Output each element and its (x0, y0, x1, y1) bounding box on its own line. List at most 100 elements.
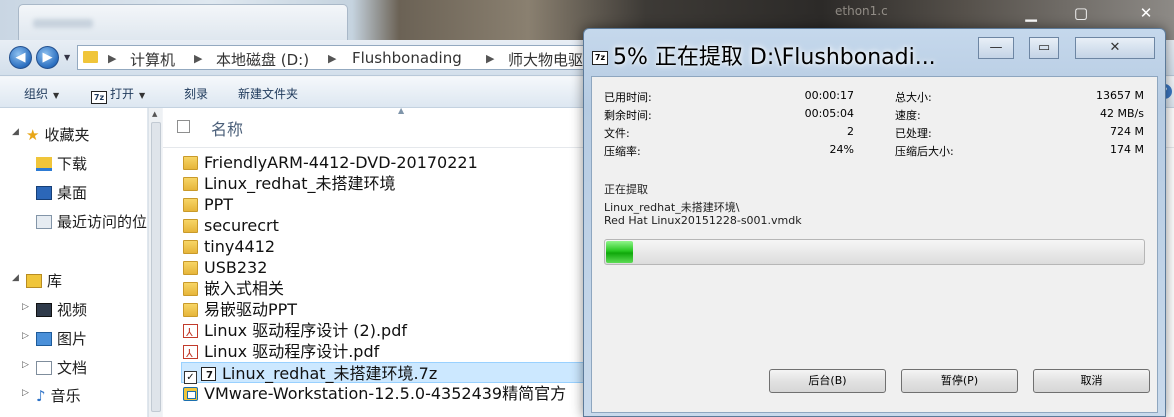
dialog-client-area: 已用时间: 00:00:17 剩余时间: 00:05:04 文件: 2 压缩率:… (591, 76, 1158, 413)
total-size-label: 总大小: (895, 91, 932, 104)
remaining-value: 00:05:04 (804, 107, 854, 120)
compressed-size-label: 压缩后大小: (895, 145, 954, 158)
breadcrumb-subfolder[interactable]: 师大物电驱 (508, 49, 583, 70)
bg-close-button[interactable]: ✕ (1128, 2, 1164, 24)
nav-music[interactable]: ▷ ♪ 音乐 (22, 385, 81, 406)
file-row[interactable]: 易嵌驱动PPT (183, 299, 583, 320)
file-name: securecrt (204, 216, 279, 235)
vmware-icon (183, 387, 198, 401)
open-button[interactable]: 7z 打开 ▼ (91, 85, 145, 104)
dialog-close-button[interactable]: ✕ (1075, 37, 1155, 59)
file-row[interactable]: Linux_redhat_未搭建环境 (183, 173, 583, 194)
navigation-pane: ◢ ★ 收藏夹 下载 桌面 最近访问的位 ◢ 库 ▷ 视频 ▷ 图片 ▷ 文档 ▷ ♪ 音乐 (0, 108, 148, 417)
pictures-icon (36, 332, 52, 346)
music-icon: ♪ (36, 387, 46, 405)
file-row[interactable]: ✓Linux_redhat_未搭建环境.7z (181, 362, 591, 386)
file-row[interactable]: USB232 (183, 257, 583, 278)
folder-icon (183, 156, 198, 170)
nav-downloads[interactable]: 下载 (36, 153, 87, 174)
nav-pictures[interactable]: ▷ 图片 (22, 328, 87, 349)
navigation-scrollbar[interactable]: ▲ (148, 108, 162, 417)
file-row[interactable]: Linux 驱动程序设计.pdf (183, 341, 583, 364)
pdf-icon (183, 343, 198, 364)
pause-button[interactable]: 暂停(P) (901, 369, 1018, 393)
breadcrumb-separator-icon[interactable]: ▶ (328, 52, 336, 65)
file-name: 嵌入式相关 (204, 279, 285, 298)
breadcrumb-separator-icon[interactable]: ▶ (486, 52, 494, 65)
history-dropdown-icon[interactable]: ▼ (64, 53, 70, 62)
nav-libraries[interactable]: ◢ 库 (12, 270, 62, 291)
sevenzip-app-icon: 7z (592, 51, 608, 65)
file-name: Linux_redhat_未搭建环境.7z (222, 364, 438, 383)
file-name: 易嵌驱动PPT (204, 300, 298, 319)
cancel-button[interactable]: 取消 (1033, 369, 1150, 393)
file-row[interactable]: tiny4412 (183, 236, 583, 257)
file-name: Linux_redhat_未搭建环境 (204, 174, 396, 193)
nav-videos[interactable]: ▷ 视频 (22, 299, 87, 320)
folder-icon (183, 219, 198, 233)
nav-desktop[interactable]: 桌面 (36, 182, 87, 203)
speed-value: 42 MB/s (1100, 107, 1144, 120)
background-window-controls: ▁ ▢ ✕ (0, 2, 1174, 26)
burn-button[interactable]: 刻录 (184, 85, 208, 102)
file-name: Linux 驱动程序设计 (2).pdf (204, 321, 407, 340)
breadcrumb-folder[interactable]: Flushbonading (352, 49, 462, 67)
column-name-header[interactable]: 名称 (211, 116, 243, 140)
compressed-size-value: 174 M (1110, 143, 1144, 156)
background-button[interactable]: 后台(B) (769, 369, 886, 393)
pdf-icon (183, 322, 198, 343)
elapsed-label: 已用时间: (604, 91, 652, 104)
speed-label: 速度: (895, 109, 921, 122)
back-button[interactable]: ◀ (9, 46, 32, 69)
nav-documents[interactable]: ▷ 文档 (22, 357, 87, 378)
dialog-title: 7z 5% 正在提取 D:\Flushbonadi... (592, 39, 992, 71)
files-value: 2 (847, 125, 854, 138)
file-name: VMware-Workstation-12.5.0-4352439精简官方 (204, 384, 567, 403)
organize-button[interactable]: 组织 ▼ (24, 85, 59, 102)
select-all-checkbox[interactable] (177, 120, 190, 133)
file-row[interactable]: VMware-Workstation-12.5.0-4352439精简官方 (183, 383, 583, 404)
breadcrumb-separator-icon[interactable]: ▶ (108, 52, 116, 65)
folder-icon (183, 240, 198, 254)
new-folder-button[interactable]: 新建文件夹 (238, 85, 298, 102)
current-file-path: Linux_redhat_未搭建环境\ Red Hat Linux2015122… (604, 201, 802, 227)
breadcrumb-computer[interactable]: 计算机 (130, 49, 175, 70)
breadcrumb-drive[interactable]: 本地磁盘 (D:) (216, 49, 309, 70)
status-label: 正在提取 (604, 183, 648, 196)
processed-value: 724 M (1110, 125, 1144, 138)
dialog-minimize-button[interactable]: — (978, 37, 1014, 59)
breadcrumb-separator-icon[interactable]: ▶ (194, 52, 202, 65)
bg-minimize-button[interactable]: ▁ (1013, 2, 1049, 24)
dialog-maximize-button[interactable]: ▭ (1029, 37, 1059, 59)
nav-favorites[interactable]: ◢ ★ 收藏夹 (12, 124, 89, 145)
bg-maximize-button[interactable]: ▢ (1062, 2, 1100, 24)
current-file: Red Hat Linux20151228-s001.vmdk (604, 214, 802, 227)
file-name: USB232 (204, 258, 268, 277)
remaining-label: 剩余时间: (604, 109, 652, 122)
elapsed-value: 00:00:17 (804, 89, 854, 102)
file-row[interactable]: 嵌入式相关 (183, 278, 583, 299)
file-row[interactable]: securecrt (183, 215, 583, 236)
file-row[interactable]: Linux 驱动程序设计 (2).pdf (183, 320, 583, 343)
nav-recent[interactable]: 最近访问的位 (36, 211, 147, 232)
processed-label: 已处理: (895, 127, 932, 140)
library-icon (26, 274, 42, 288)
ratio-value: 24% (829, 143, 854, 156)
progress-fill (606, 241, 633, 263)
recent-places-icon (36, 215, 52, 229)
forward-button[interactable]: ▶ (36, 46, 59, 69)
ratio-label: 压缩率: (604, 145, 641, 158)
sevenzip-icon: 7z (91, 91, 107, 104)
extract-progress-dialog: 7z 5% 正在提取 D:\Flushbonadi... — ▭ ✕ 已用时间: … (583, 28, 1166, 417)
videos-icon (36, 303, 52, 317)
folder-icon (183, 177, 198, 191)
file-row[interactable]: PPT (183, 194, 583, 215)
current-folder: Linux_redhat_未搭建环境\ (604, 201, 740, 214)
extract-progress-bar (604, 239, 1145, 265)
file-row[interactable]: FriendlyARM-4412-DVD-20170221 (183, 152, 583, 173)
documents-icon (36, 361, 52, 375)
total-size-value: 13657 M (1096, 89, 1144, 102)
folder-icon (183, 303, 198, 317)
downloads-icon (36, 157, 52, 171)
address-input[interactable]: ▶ 计算机 ▶ 本地磁盘 (D:) ▶ Flushbonading ▶ 师大物电… (77, 45, 597, 70)
